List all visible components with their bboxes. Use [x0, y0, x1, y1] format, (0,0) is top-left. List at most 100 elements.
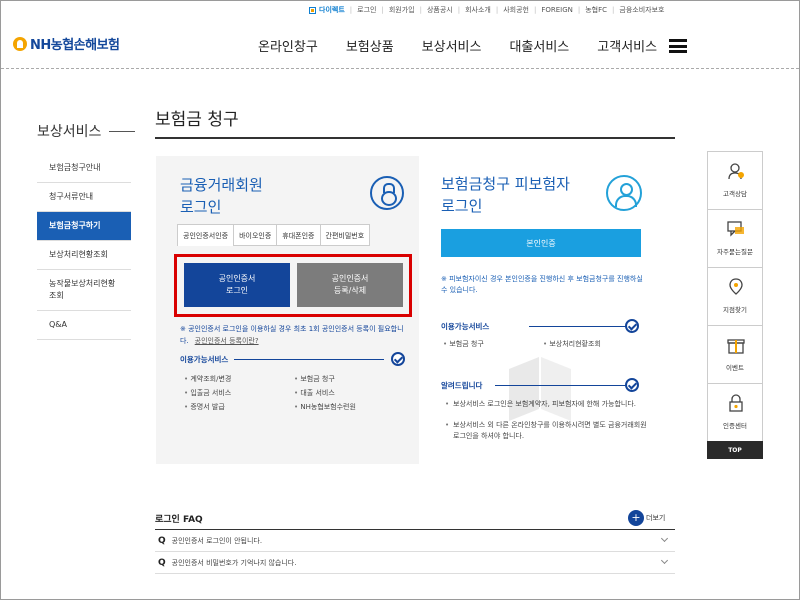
util-link-foreign[interactable]: FOREIGN [541, 6, 573, 14]
utility-bar: 다이렉트 | 로그인 | 회원가입 | 상품공시 | 회사소개 | 사회공헌 | FOREI… [309, 4, 799, 16]
header: NH농협손해보험 온라인창구 보험상품 보상서비스 대출서비스 고객서비스 [1, 17, 799, 69]
member-login-panel: 금융거래회원 로그인 공인인증서인증 바이오인증 휴대폰인증 간편비밀번호 공인… [156, 156, 419, 464]
page-title: 보험금 청구 [155, 110, 239, 130]
direct-link[interactable]: 다이렉트 [309, 5, 345, 15]
faq-item[interactable]: Q 공인인증서 로그인이 안됩니다. [155, 530, 675, 552]
quick-event[interactable]: 이벤트 [707, 325, 763, 383]
certificate-notice: ※ 공인인증서 로그인을 이용하실 경우 최초 1회 공인인증서 등록이 필요합… [180, 323, 410, 347]
separator: | [612, 6, 615, 14]
member-services-line [234, 359, 384, 360]
alert-item: 보상서비스 로그인은 보험계약자, 피보험자에 한해 가능합니다. [445, 399, 655, 410]
alert-title: 알려드립니다 [441, 381, 483, 390]
separator: | [457, 6, 461, 14]
separator: | [577, 6, 581, 14]
identity-verify-button[interactable]: 본인인증 [441, 229, 641, 257]
certificate-login-line1: 공인인증서 [218, 274, 256, 283]
side-nav-status[interactable]: 보상처리현황조회 [37, 241, 131, 270]
certificate-register-line1: 공인인증서 [331, 274, 369, 283]
certificate-login-button[interactable]: 공인인증서 로그인 [184, 263, 290, 307]
direct-label: 다이렉트 [319, 6, 345, 14]
nav-online[interactable]: 온라인창구 [258, 36, 318, 55]
member-service-item: 입출금 서비스 [184, 388, 294, 398]
chevron-down-icon [660, 556, 669, 565]
util-link-nhfc[interactable]: 농협FC [585, 5, 607, 15]
faq-title: 로그인 FAQ [155, 515, 203, 525]
tab-phone[interactable]: 휴대폰인증 [277, 224, 321, 246]
tab-simple-password[interactable]: 간편비밀번호 [320, 224, 371, 246]
quick-branch[interactable]: 지점찾기 [707, 267, 763, 325]
alert-item: 보상서비스 외 다른 온라인창구를 이용하시려면 별도 금융거래회원 로그인을 … [445, 420, 655, 442]
util-link-join[interactable]: 회원가입 [389, 5, 415, 15]
quick-faq[interactable]: 자주묻는질문 [707, 209, 763, 267]
member-services-list: 계약조회/변경 보험금 청구 입출금 서비스 대출 서비스 증명서 발급 NH농… [184, 374, 404, 412]
nh-logo-icon [13, 36, 27, 51]
scroll-top-button[interactable]: TOP [707, 441, 763, 459]
map-pin-icon [729, 278, 743, 295]
certificate-info-link[interactable]: 공인인증서 등록이란? [195, 337, 259, 345]
member-login-title-line2: 로그인 [180, 198, 222, 216]
auth-tabs: 공인인증서인증 바이오인증 휴대폰인증 간편비밀번호 [177, 224, 371, 246]
certificate-register-button[interactable]: 공인인증서등록/삭제 [297, 263, 403, 307]
insured-services-line [529, 326, 629, 327]
quick-cert-center[interactable]: 인증센터 [707, 383, 763, 441]
alert-list: 보상서비스 로그인은 보험계약자, 피보험자에 한해 가능합니다. 보상서비스 … [445, 399, 655, 452]
faq-chat-icon [727, 221, 744, 237]
side-nav-documents[interactable]: 청구서류안내 [37, 183, 131, 212]
nav-products[interactable]: 보험상품 [346, 36, 394, 55]
title-divider [155, 137, 675, 139]
browser-page: 다이렉트 | 로그인 | 회원가입 | 상품공시 | 회사소개 | 사회공헌 | FOREI… [0, 0, 800, 600]
quick-menu: 고객상담 자주묻는질문 지점찾기 이벤트 인증센터 TOP [707, 151, 763, 459]
side-nav-claim-submit[interactable]: 보험금청구하기 [37, 212, 131, 241]
quick-faq-label: 자주묻는질문 [717, 248, 753, 256]
util-link-disclosure[interactable]: 상품공시 [427, 5, 453, 15]
person-icon [606, 175, 642, 211]
insured-services-list: 보험금 청구 보상처리현황조회 [443, 339, 643, 349]
separator: | [349, 6, 353, 14]
question-mark: Q [158, 535, 166, 546]
plus-icon: + [628, 510, 644, 526]
member-service-item: NH농협보험수련원 [294, 402, 404, 412]
lock-icon [370, 176, 404, 210]
certificate-register-line2: 등록/삭제 [333, 286, 367, 295]
quick-consult[interactable]: 고객상담 [707, 151, 763, 209]
highlight-box: 공인인증서 로그인 공인인증서등록/삭제 [174, 254, 412, 317]
util-link-login[interactable]: 로그인 [357, 5, 376, 15]
nav-claims[interactable]: 보상서비스 [422, 36, 482, 55]
member-service-item: 대출 서비스 [294, 388, 404, 398]
lnb-title-text: 보상서비스 [37, 124, 102, 140]
util-link-consumer[interactable]: 금융소비자보호 [619, 5, 664, 15]
insured-services-title: 이용가능서비스 [441, 322, 490, 331]
check-circle-icon [625, 378, 639, 392]
side-nav-crop-status[interactable]: 농작물보상처리현황조회 [37, 270, 131, 311]
chevron-down-icon [660, 534, 669, 543]
quick-branch-label: 지점찾기 [723, 306, 747, 314]
alert-line [495, 385, 629, 386]
insured-notice: ※ 피보험자이신 경우 본인인증을 진행하신 후 보험금청구를 진행하실 수 있… [441, 275, 643, 294]
side-nav-claim-guide[interactable]: 보험금청구안내 [37, 154, 131, 183]
nav-customer[interactable]: 고객서비스 [597, 36, 657, 55]
tab-bio[interactable]: 바이오인증 [234, 224, 278, 246]
member-services-title: 이용가능서비스 [180, 355, 229, 364]
faq-more-button[interactable]: + 더보기 [628, 510, 665, 526]
nav-loans[interactable]: 대출서비스 [509, 36, 569, 55]
consult-icon [728, 163, 744, 180]
insured-login-title-line2: 로그인 [441, 197, 483, 215]
util-link-social[interactable]: 사회공헌 [503, 5, 529, 15]
quick-cert-center-label: 인증센터 [723, 422, 747, 430]
logo-text: NH농협손해보험 [30, 38, 120, 53]
insured-service-item: 보험금 청구 [443, 339, 543, 349]
separator: | [495, 6, 499, 14]
member-service-item: 계약조회/변경 [184, 374, 294, 384]
faq-question: 공인인증서 비밀번호가 기억나지 않습니다. [171, 558, 297, 567]
member-service-item: 증명서 발급 [184, 402, 294, 412]
menu-hamburger-icon[interactable] [669, 39, 687, 53]
site-logo[interactable]: NH농협손해보험 [13, 34, 120, 53]
member-login-title-line1: 금융거래회원 [180, 176, 263, 194]
side-nav-qna[interactable]: Q&A [37, 311, 131, 340]
check-circle-icon [391, 352, 405, 366]
tab-certificate[interactable]: 공인인증서인증 [177, 224, 235, 246]
faq-item[interactable]: Q 공인인증서 비밀번호가 기억나지 않습니다. [155, 552, 675, 574]
util-link-about[interactable]: 회사소개 [465, 5, 491, 15]
side-nav: 보험금청구안내 청구서류안내 보험금청구하기 보상처리현황조회 농작물보상처리현… [37, 154, 131, 340]
faq-question: 공인인증서 로그인이 안됩니다. [171, 536, 263, 545]
